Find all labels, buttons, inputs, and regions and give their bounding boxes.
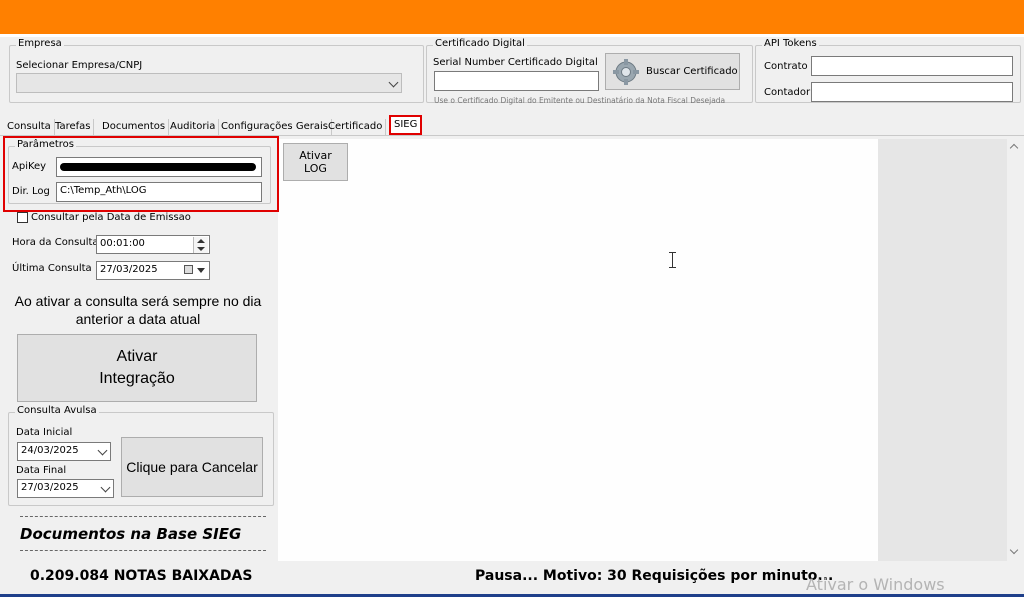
contador-label: Contador — [764, 87, 811, 98]
tab-configuracoes-gerais[interactable]: Configurações Gerais — [218, 119, 332, 135]
consultar-emissao-checkbox[interactable] — [17, 212, 28, 223]
empresa-select-label: Selecionar Empresa/CNPJ — [16, 60, 143, 71]
chevron-down-icon — [97, 445, 108, 456]
ultima-consulta-datepicker[interactable]: 27/03/2025 — [96, 261, 210, 280]
tab-tarefas[interactable]: Tarefas — [52, 119, 95, 135]
vertical-scrollbar[interactable] — [1007, 139, 1024, 561]
side-panel — [878, 139, 1019, 561]
chevron-down-icon — [100, 482, 111, 493]
serial-input[interactable] — [434, 71, 599, 91]
calendar-icon — [184, 265, 193, 274]
windows-watermark: Ativar o Windows — [806, 575, 945, 594]
text-cursor-icon — [668, 252, 677, 268]
documentos-divider-bottom — [20, 550, 266, 551]
scroll-up-icon — [1009, 143, 1019, 153]
serial-label: Serial Number Certificado Digital — [433, 57, 598, 68]
certificado-group: Certificado Digital Serial Number Certif… — [426, 38, 753, 105]
notas-baixadas-status: 0.209.084 NOTAS BAIXADAS — [30, 568, 253, 584]
ativar-integracao-button[interactable]: Ativar Integração — [17, 334, 257, 402]
title-bar — [0, 0, 1024, 34]
contrato-label: Contrato — [764, 61, 808, 72]
gear-icon — [613, 58, 639, 85]
content-area — [278, 139, 878, 561]
apikey-input[interactable] — [56, 157, 262, 177]
data-final-label: Data Final — [16, 465, 67, 476]
empresa-select[interactable] — [16, 73, 402, 93]
ultima-consulta-label: Última Consulta — [12, 263, 92, 274]
tab-consulta[interactable]: Consulta — [4, 119, 55, 135]
tab-certificado[interactable]: Certificado — [325, 119, 387, 135]
buscar-certificado-button[interactable]: Buscar Certificado — [605, 53, 740, 90]
tab-documentos[interactable]: Documentos — [99, 119, 170, 135]
dirlog-input[interactable]: C:\Temp_Ath\LOG — [56, 182, 262, 202]
consulta-avulsa-legend: Consulta Avulsa — [15, 405, 99, 416]
consulta-avulsa-group: Consulta Avulsa Data Inicial 24/03/2025 … — [8, 405, 274, 506]
documentos-title: Documentos na Base SIEG — [20, 525, 242, 543]
parametros-group: Parâmetros ApiKey Dir. Log C:\Temp_Ath\L… — [8, 139, 271, 204]
cancelar-button[interactable]: Clique para Cancelar — [121, 437, 263, 497]
data-inicial-label: Data Inicial — [16, 427, 73, 438]
apikey-label: ApiKey — [12, 161, 47, 172]
data-final-datepicker[interactable]: 27/03/2025 — [17, 479, 114, 498]
documentos-divider-top — [20, 516, 266, 517]
pausa-status: Pausa... Motivo: 30 Requisições por minu… — [475, 568, 834, 584]
contador-input[interactable] — [811, 82, 1013, 102]
title-bar-divider — [0, 34, 1024, 37]
contrato-input[interactable] — [811, 56, 1013, 76]
ativar-log-button[interactable]: Ativar LOG — [283, 143, 348, 181]
consultar-emissao-label: Consultar pela Data de Emissao — [31, 212, 191, 223]
parametros-legend: Parâmetros — [15, 139, 76, 150]
empresa-legend: Empresa — [16, 38, 64, 49]
buscar-certificado-label: Buscar Certificado — [646, 66, 738, 77]
certificado-hint: Use o Certificado Digital do Emitente ou… — [434, 96, 726, 105]
data-inicial-datepicker[interactable]: 24/03/2025 — [17, 442, 111, 461]
chevron-down-icon — [388, 77, 399, 88]
scroll-down-icon — [1009, 545, 1019, 555]
tab-sieg[interactable]: SIEG — [389, 115, 423, 135]
hora-consulta-label: Hora da Consulta — [12, 237, 99, 248]
dropdown-arrow-icon — [197, 268, 205, 273]
spinner-icon[interactable] — [193, 237, 208, 253]
tab-auditoria[interactable]: Auditoria — [167, 119, 220, 135]
apikey-masked-value — [60, 163, 256, 171]
api-tokens-legend: API Tokens — [762, 38, 819, 49]
empresa-group: Empresa Selecionar Empresa/CNPJ — [9, 38, 424, 103]
info-text: Ao ativar a consulta será sempre no dia … — [14, 293, 262, 327]
dirlog-label: Dir. Log — [12, 186, 50, 197]
api-tokens-group: API Tokens Contrato Contador — [755, 38, 1021, 103]
certificado-legend: Certificado Digital — [433, 38, 527, 49]
hora-consulta-input[interactable]: 00:01:00 — [96, 235, 210, 254]
